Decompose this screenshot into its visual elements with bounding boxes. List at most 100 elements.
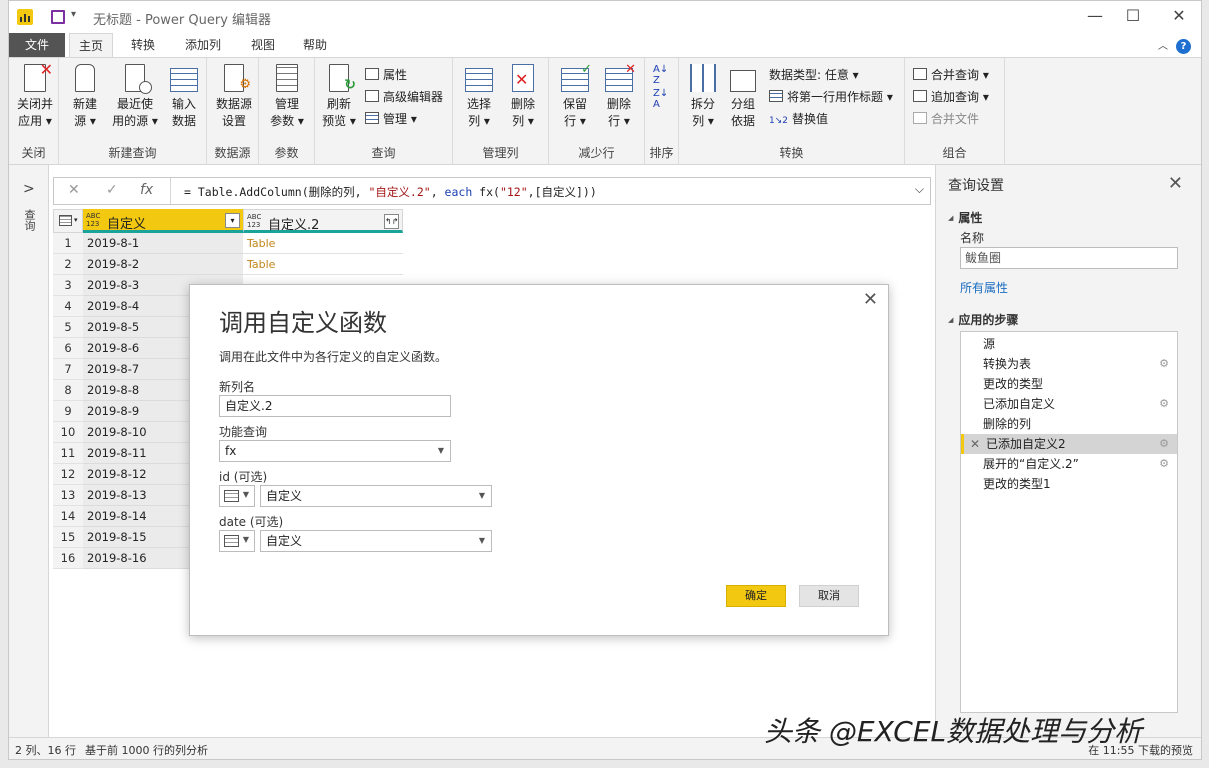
- applied-step[interactable]: 更改的类型1: [961, 474, 1177, 494]
- id-param-select[interactable]: 自定义 ▼: [260, 485, 492, 507]
- queries-vertical-label[interactable]: 查询: [22, 209, 36, 231]
- append-queries-button[interactable]: 追加查询 ▾: [913, 88, 989, 105]
- row-number[interactable]: 7: [53, 359, 83, 380]
- type-any-icon: ABC 123: [86, 212, 101, 228]
- function-query-select[interactable]: fx ▼: [219, 440, 451, 462]
- applied-step[interactable]: ✕ 已添加自定义2 ⚙: [961, 434, 1177, 454]
- formula-text[interactable]: = Table.AddColumn(删除的列, "自定义.2", each fx…: [184, 184, 597, 200]
- table-row[interactable]: 1 2019-8-1 Table: [53, 233, 403, 254]
- manage-button[interactable]: 管理 ▾: [365, 110, 417, 127]
- sort-descending-icon[interactable]: Z↓ A: [653, 88, 668, 110]
- tab-transform[interactable]: 转换: [121, 33, 165, 57]
- expand-queries-chevron-icon[interactable]: >: [23, 181, 35, 197]
- step-settings-gear-icon[interactable]: ⚙: [1159, 434, 1169, 454]
- step-settings-gear-icon[interactable]: ⚙: [1159, 454, 1169, 474]
- cell-custom-2-table-link[interactable]: Table: [243, 233, 403, 254]
- status-column-profiling[interactable]: 基于前 1000 行的列分析: [85, 742, 208, 758]
- sort-ascending-icon[interactable]: A↓ Z: [653, 64, 668, 86]
- cancel-button[interactable]: 取消: [799, 585, 859, 607]
- merge-queries-button[interactable]: 合并查询 ▾: [913, 66, 989, 83]
- tab-help[interactable]: 帮助: [293, 33, 337, 57]
- tab-add-column[interactable]: 添加列: [175, 33, 231, 57]
- row-number[interactable]: 16: [53, 548, 83, 569]
- applied-step[interactable]: 删除的列: [961, 414, 1177, 434]
- properties-section-header[interactable]: 属性: [948, 209, 982, 226]
- column-header-custom-2[interactable]: ABC 123 自定义.2 ↰↱: [243, 209, 403, 233]
- applied-step[interactable]: 已添加自定义 ⚙: [961, 394, 1177, 414]
- data-type-dropdown[interactable]: 数据类型: 任意 ▾: [769, 66, 859, 83]
- maximize-button[interactable]: ☐: [1121, 5, 1145, 27]
- id-param-type-button[interactable]: ▼: [219, 485, 255, 507]
- fx-icon[interactable]: fx: [140, 182, 153, 198]
- row-number[interactable]: 10: [53, 422, 83, 443]
- applied-step[interactable]: 源: [961, 334, 1177, 354]
- applied-step[interactable]: 转换为表 ⚙: [961, 354, 1177, 374]
- quick-access-dropdown-icon[interactable]: ▾: [71, 9, 76, 20]
- formula-confirm-icon[interactable]: ✓: [106, 182, 118, 198]
- data-source-settings-button[interactable]: ⚙ 数据源 设置: [211, 64, 257, 130]
- save-icon[interactable]: [51, 10, 65, 24]
- help-icon[interactable]: ?: [1176, 39, 1191, 54]
- row-number[interactable]: 3: [53, 275, 83, 296]
- recent-sources-button[interactable]: 最近使 用的源 ▾: [109, 64, 161, 130]
- tab-home[interactable]: 主页: [69, 33, 113, 57]
- close-window-button[interactable]: ✕: [1167, 5, 1191, 27]
- manage-params-button[interactable]: 管理 参数 ▾: [265, 64, 309, 130]
- remove-rows-button[interactable]: ✕ 删除 行 ▾: [599, 62, 639, 130]
- keep-rows-button[interactable]: ✓ 保留 行 ▾: [555, 62, 595, 130]
- row-number[interactable]: 9: [53, 401, 83, 422]
- row-number[interactable]: 4: [53, 296, 83, 317]
- expand-column-icon[interactable]: ↰↱: [384, 214, 399, 229]
- first-row-header-button[interactable]: 将第一行用作标题 ▾: [769, 88, 893, 105]
- remove-columns-button[interactable]: ✕ 删除 列 ▾: [503, 64, 543, 130]
- row-number[interactable]: 1: [53, 233, 83, 254]
- delete-step-icon[interactable]: ✕: [970, 434, 980, 454]
- row-number[interactable]: 5: [53, 317, 83, 338]
- cell-custom[interactable]: 2019-8-2: [83, 254, 243, 275]
- row-number[interactable]: 2: [53, 254, 83, 275]
- cell-custom-2-table-link[interactable]: Table: [243, 254, 403, 275]
- applied-step[interactable]: 展开的“自定义.2” ⚙: [961, 454, 1177, 474]
- properties-button[interactable]: 属性: [365, 66, 407, 83]
- minimize-button[interactable]: —: [1083, 5, 1107, 27]
- tab-view[interactable]: 视图: [241, 33, 285, 57]
- dialog-close-icon[interactable]: ✕: [863, 289, 878, 310]
- group-by-button[interactable]: 分组 依据: [725, 64, 761, 130]
- ok-button[interactable]: 确定: [726, 585, 786, 607]
- close-apply-button[interactable]: ✕ 关闭并 应用 ▾: [13, 61, 57, 130]
- table-row[interactable]: 2 2019-8-2 Table: [53, 254, 403, 275]
- column-header-custom[interactable]: ABC 123 自定义 ▾: [83, 209, 243, 233]
- replace-values-button[interactable]: 1↘2 替换值: [769, 110, 828, 127]
- row-number[interactable]: 15: [53, 527, 83, 548]
- choose-columns-button[interactable]: 选择 列 ▾: [459, 64, 499, 130]
- close-query-settings-icon[interactable]: ✕: [1168, 173, 1183, 194]
- new-column-name-input[interactable]: 自定义.2: [219, 395, 451, 417]
- new-source-button[interactable]: 新建 源 ▾: [65, 64, 105, 130]
- all-properties-link[interactable]: 所有属性: [960, 279, 1008, 296]
- row-number[interactable]: 8: [53, 380, 83, 401]
- row-number[interactable]: 14: [53, 506, 83, 527]
- step-settings-gear-icon[interactable]: ⚙: [1159, 354, 1169, 374]
- query-name-input[interactable]: 鲅鱼圈: [960, 247, 1178, 269]
- tab-file[interactable]: 文件: [9, 33, 65, 57]
- cell-custom[interactable]: 2019-8-1: [83, 233, 243, 254]
- table-menu-button[interactable]: ▾: [53, 209, 83, 233]
- filter-dropdown-icon[interactable]: ▾: [225, 213, 240, 228]
- applied-steps-section-header[interactable]: 应用的步骤: [948, 311, 1018, 328]
- refresh-preview-button[interactable]: ↻ 刷新 预览 ▾: [319, 64, 359, 130]
- advanced-editor-button[interactable]: 高级编辑器: [365, 88, 443, 105]
- row-number[interactable]: 13: [53, 485, 83, 506]
- collapse-ribbon-icon[interactable]: ︿: [1158, 41, 1168, 52]
- date-param-select[interactable]: 自定义 ▼: [260, 530, 492, 552]
- split-column-button[interactable]: 拆分 列 ▾: [685, 64, 721, 130]
- combine-files-button[interactable]: 合并文件: [913, 110, 979, 127]
- date-param-type-button[interactable]: ▼: [219, 530, 255, 552]
- row-number[interactable]: 12: [53, 464, 83, 485]
- row-number[interactable]: 11: [53, 443, 83, 464]
- formula-cancel-icon[interactable]: ✕: [68, 182, 80, 198]
- applied-step[interactable]: 更改的类型: [961, 374, 1177, 394]
- step-settings-gear-icon[interactable]: ⚙: [1159, 394, 1169, 414]
- formula-expand-chevron-icon[interactable]: ⌵: [915, 182, 924, 197]
- row-number[interactable]: 6: [53, 338, 83, 359]
- enter-data-button[interactable]: 输入 数据: [165, 64, 203, 130]
